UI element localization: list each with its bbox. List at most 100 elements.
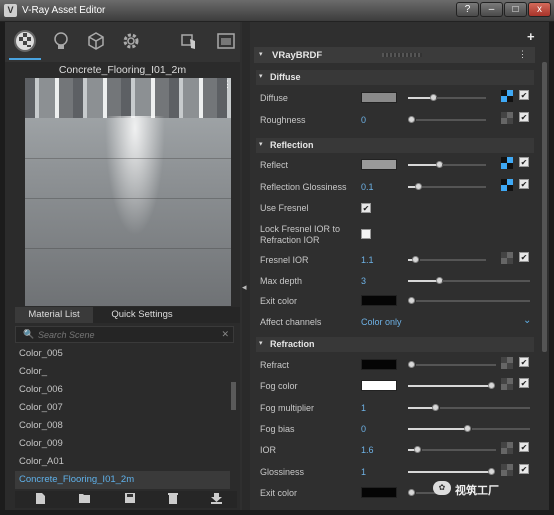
maximize-button[interactable]: □ <box>504 2 527 17</box>
chevron-down-icon[interactable]: ⌄ <box>523 315 531 326</box>
reflection-glossiness-knob[interactable] <box>415 183 422 190</box>
ior-texture-icon[interactable] <box>501 442 513 454</box>
new-file-icon[interactable] <box>35 493 45 507</box>
row-diffuse: Diffuse ✔ <box>260 88 536 108</box>
fog-bias-knob[interactable] <box>464 425 471 432</box>
roughness-slider-knob[interactable] <box>408 116 415 123</box>
geometry-icon[interactable] <box>85 30 107 52</box>
light-icon[interactable] <box>50 30 72 52</box>
properties-scrollbar[interactable] <box>542 62 547 352</box>
roughness-value[interactable]: 0 <box>361 115 366 125</box>
ior-checkbox[interactable]: ✔ <box>519 442 529 452</box>
delete-icon[interactable] <box>168 493 178 507</box>
help-button[interactable]: ? <box>456 2 479 17</box>
collapse-left-arrow-icon[interactable]: ◂ <box>242 282 247 293</box>
clear-search-icon[interactable]: ✕ <box>221 329 229 340</box>
open-folder-icon[interactable] <box>79 493 91 506</box>
glossiness-value[interactable]: 1 <box>361 467 366 477</box>
import-icon[interactable] <box>211 493 222 507</box>
exit-color-knob[interactable] <box>408 489 415 496</box>
exit-color-swatch[interactable] <box>361 295 397 306</box>
fog-color-swatch[interactable] <box>361 380 397 391</box>
refract-color-swatch[interactable] <box>361 359 397 370</box>
exit-color-track <box>416 300 530 302</box>
use-fresnel-checkbox[interactable]: ✔ <box>361 203 371 213</box>
diffuse-checkbox[interactable]: ✔ <box>519 90 529 100</box>
roughness-checkbox[interactable]: ✔ <box>519 112 529 122</box>
roughness-texture-icon[interactable] <box>501 112 513 124</box>
drag-grip[interactable] <box>382 53 422 57</box>
list-item[interactable]: Color_A01 <box>15 453 230 471</box>
brdf-menu-button[interactable]: ⋮ <box>518 49 527 60</box>
tab-quick-settings[interactable]: Quick Settings <box>97 307 187 323</box>
section-reflection[interactable]: ▾ Reflection <box>256 138 534 153</box>
reflect-texture-icon[interactable] <box>501 157 513 169</box>
affect-channels-dropdown[interactable]: Color only <box>361 317 402 327</box>
minimize-button[interactable]: – <box>480 2 503 17</box>
fresnel-ior-texture-icon[interactable] <box>501 252 513 264</box>
list-item[interactable]: Color_007 <box>15 399 230 417</box>
tab-material-list[interactable]: Material List <box>15 307 93 323</box>
preview-menu-button[interactable]: ⋮ <box>223 80 232 89</box>
exit-color-swatch[interactable] <box>361 487 397 498</box>
list-item[interactable]: Color_006 <box>15 381 230 399</box>
ior-knob[interactable] <box>414 446 421 453</box>
section-refraction[interactable]: ▾ Refraction <box>256 337 534 352</box>
list-item[interactable]: Color_009 <box>15 435 230 453</box>
fog-color-label: Fog color <box>260 381 298 391</box>
row-max-depth: Max depth 3 <box>260 271 536 291</box>
fog-multiplier-label: Fog multiplier <box>260 403 315 413</box>
fresnel-ior-checkbox[interactable]: ✔ <box>519 252 529 262</box>
reflection-glossiness-checkbox[interactable]: ✔ <box>519 179 529 189</box>
reflect-color-swatch[interactable] <box>361 159 397 170</box>
frame-buffer-icon[interactable] <box>215 30 237 52</box>
glossiness-knob[interactable] <box>488 468 495 475</box>
lock-fresnel-checkbox[interactable] <box>361 229 371 239</box>
fog-bias-value[interactable]: 0 <box>361 424 366 434</box>
floor-line <box>25 198 231 199</box>
reflect-checkbox[interactable]: ✔ <box>519 157 529 167</box>
material-icon[interactable] <box>14 30 36 52</box>
max-depth-value[interactable]: 3 <box>361 276 366 286</box>
glossiness-texture-icon[interactable] <box>501 464 513 476</box>
row-roughness: Roughness 0 ✔ <box>260 110 536 130</box>
settings-icon[interactable] <box>120 30 142 52</box>
save-icon[interactable] <box>125 493 135 506</box>
list-item[interactable]: Color_008 <box>15 417 230 435</box>
fog-color-texture-icon[interactable] <box>501 378 513 390</box>
refract-texture-icon[interactable] <box>501 357 513 369</box>
exit-color-knob[interactable] <box>408 297 415 304</box>
fog-color-checkbox[interactable]: ✔ <box>519 378 529 388</box>
diffuse-texture-icon[interactable] <box>501 90 513 102</box>
close-button[interactable]: x <box>528 2 551 17</box>
affect-channels-label: Affect channels <box>260 317 322 327</box>
fog-multiplier-knob[interactable] <box>432 404 439 411</box>
glossiness-checkbox[interactable]: ✔ <box>519 464 529 474</box>
fresnel-ior-value[interactable]: 1.1 <box>361 255 374 265</box>
section-diffuse[interactable]: ▾ Diffuse <box>256 70 534 85</box>
search-box[interactable]: 🔍 Search Scene ✕ <box>15 326 234 343</box>
fog-color-knob[interactable] <box>488 382 495 389</box>
list-item[interactable]: Color_005 <box>15 345 230 363</box>
list-item[interactable]: Color_ <box>15 363 230 381</box>
fog-multiplier-value[interactable]: 1 <box>361 403 366 413</box>
fresnel-ior-knob[interactable] <box>412 256 419 263</box>
search-input[interactable]: Search Scene <box>38 330 95 340</box>
diffuse-color-swatch[interactable] <box>361 92 397 103</box>
diffuse-slider-fill <box>408 97 432 99</box>
fog-color-fill <box>408 385 490 387</box>
expand-arrow-icon[interactable]: ▾ <box>259 50 263 58</box>
ior-value[interactable]: 1.6 <box>361 445 374 455</box>
reflection-glossiness-value[interactable]: 0.1 <box>361 182 374 192</box>
refract-checkbox[interactable]: ✔ <box>519 357 529 367</box>
refract-slider-track <box>416 364 496 366</box>
glossiness-texture-icon[interactable] <box>501 179 513 191</box>
list-item-selected[interactable]: Concrete_Flooring_I01_2m <box>15 471 230 489</box>
refract-slider-knob[interactable] <box>408 361 415 368</box>
render-icon[interactable] <box>178 30 200 52</box>
brdf-header[interactable]: ▾ VRayBRDF ⋮ <box>254 47 535 63</box>
add-layer-button[interactable]: + <box>527 29 535 44</box>
panel-splitter[interactable] <box>242 22 250 510</box>
list-scrollbar[interactable] <box>231 382 236 410</box>
list-item[interactable]: dark-sketch-stone <box>15 489 230 490</box>
